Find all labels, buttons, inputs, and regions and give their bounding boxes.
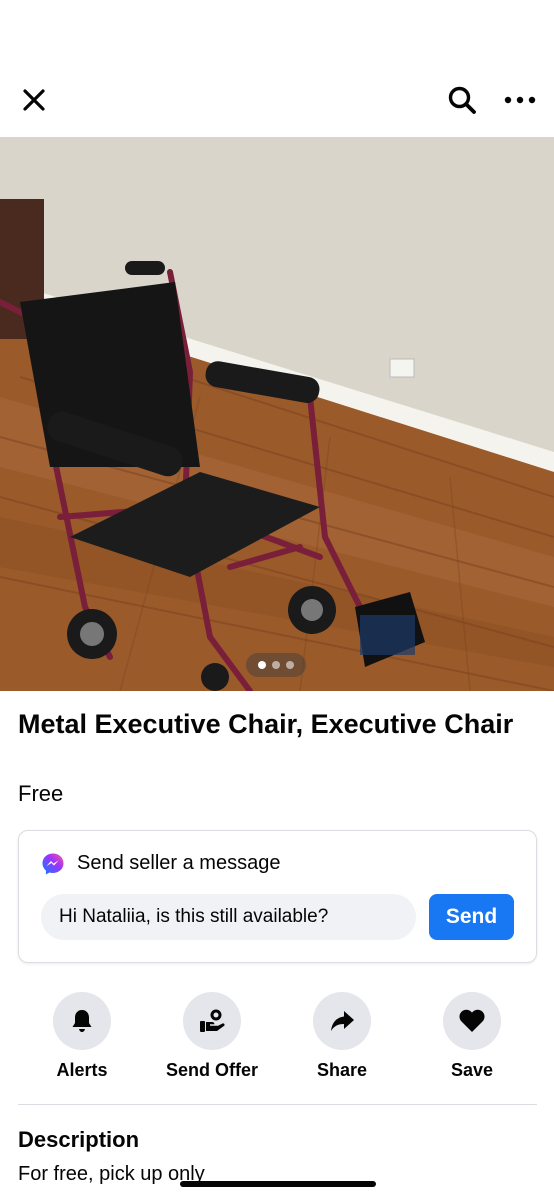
send-button[interactable]: Send [429, 894, 514, 940]
message-seller-card: Send seller a message Hi Nataliia, is th… [18, 830, 537, 963]
share-button[interactable]: Share [282, 992, 402, 1082]
home-indicator[interactable] [180, 1181, 376, 1187]
more-options-button[interactable] [500, 82, 540, 118]
listing-title: Metal Executive Chair, Executive Chair [18, 709, 514, 739]
message-heading: Send seller a message [77, 852, 281, 874]
description-text: For free, pick up only [18, 1163, 205, 1185]
share-circle [313, 992, 371, 1050]
save-button[interactable]: Save [412, 992, 532, 1082]
share-icon [331, 1011, 354, 1031]
close-button[interactable] [18, 84, 50, 116]
close-icon [23, 89, 45, 111]
share-label: Share [316, 1060, 368, 1080]
more-horizontal-icon [504, 96, 536, 104]
save-label: Save [450, 1060, 494, 1080]
photo-pagination [246, 653, 306, 677]
heart-icon [459, 1009, 485, 1032]
alerts-button[interactable]: Alerts [22, 992, 142, 1082]
page-dot-3[interactable] [286, 661, 294, 669]
description-heading: Description [18, 1127, 140, 1152]
wheelchair-photo [0, 137, 554, 691]
listing-photo[interactable] [0, 137, 554, 691]
listing-price: Free [18, 781, 64, 806]
page-dot-1[interactable] [258, 661, 266, 669]
bell-icon [72, 1010, 92, 1032]
alerts-circle [53, 992, 111, 1050]
send-offer-button[interactable]: Send Offer [152, 992, 272, 1082]
offer-icon [200, 1009, 225, 1032]
send-offer-circle [183, 992, 241, 1050]
send-offer-label: Send Offer [165, 1060, 258, 1080]
search-button[interactable] [444, 82, 480, 118]
search-icon [448, 86, 476, 114]
top-bar [0, 78, 554, 122]
page-dot-2[interactable] [272, 661, 280, 669]
alerts-label: Alerts [56, 1060, 108, 1080]
message-input[interactable]: Hi Nataliia, is this still available? [41, 894, 416, 940]
messenger-icon [42, 853, 64, 875]
save-circle [443, 992, 501, 1050]
action-bar: Alerts Send Offer Share Save [0, 992, 554, 1082]
section-divider [18, 1104, 537, 1105]
